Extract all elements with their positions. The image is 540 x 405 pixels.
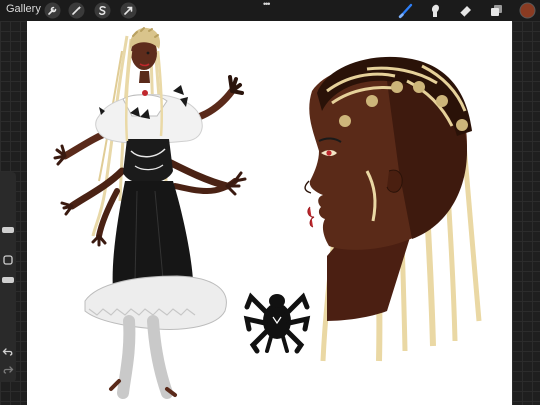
full-figure-drawing — [53, 27, 247, 399]
head-portrait-drawing — [304, 56, 482, 362]
eraser-icon[interactable] — [457, 2, 474, 19]
color-swatch[interactable] — [519, 2, 536, 19]
square-icon — [3, 255, 13, 265]
artwork — [53, 27, 482, 399]
selection-icon[interactable] — [94, 2, 111, 19]
canvas-backdrop-right — [512, 21, 540, 405]
undo-icon[interactable] — [2, 345, 14, 357]
more-menu-icon[interactable]: ••• — [263, 0, 271, 9]
spider-emblem-drawing — [243, 292, 311, 354]
left-sidebar — [0, 172, 16, 382]
redo-icon[interactable] — [2, 363, 14, 375]
brush-icon[interactable] — [398, 2, 415, 19]
modify-button[interactable] — [2, 253, 14, 265]
adjustments-icon[interactable] — [68, 2, 85, 19]
transform-icon[interactable] — [120, 2, 137, 19]
layers-icon[interactable] — [488, 2, 505, 19]
top-toolbar: Gallery ••• — [0, 0, 540, 21]
drawing-canvas[interactable] — [27, 21, 512, 405]
smudge-icon[interactable] — [427, 2, 444, 19]
opacity-slider[interactable] — [2, 277, 14, 283]
wrench-icon[interactable] — [44, 2, 61, 19]
gallery-button[interactable]: Gallery — [6, 3, 41, 15]
brush-size-slider[interactable] — [2, 227, 14, 233]
